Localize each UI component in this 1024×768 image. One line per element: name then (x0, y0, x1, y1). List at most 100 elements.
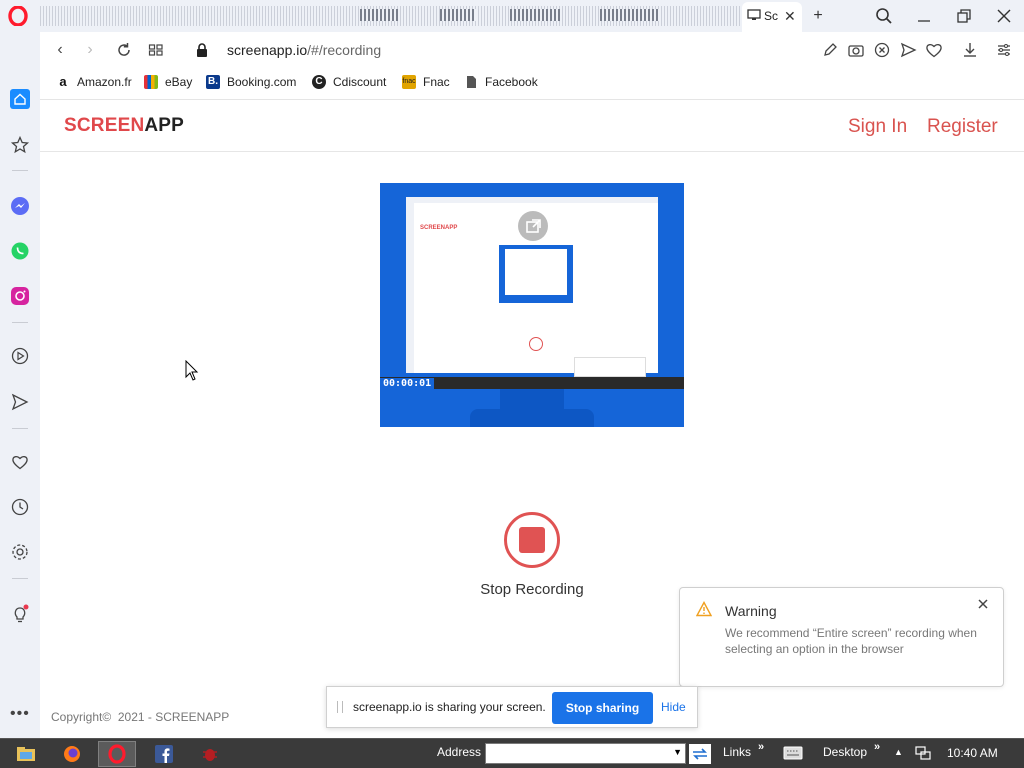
bookmark-ebay[interactable]: eBay (144, 75, 192, 89)
bookmark-label: Amazon.fr (77, 75, 132, 89)
logo-part-app: APP (144, 115, 185, 136)
taskbar-firefox[interactable] (52, 741, 92, 767)
settings-gear-icon[interactable] (10, 542, 30, 562)
page-icon (467, 76, 476, 88)
url-path: /#/recording (307, 42, 382, 58)
block-icon[interactable] (872, 40, 892, 60)
close-icon[interactable] (976, 597, 990, 611)
screenapp-logo[interactable]: SCREENAPP (64, 115, 184, 137)
taskbar-links[interactable]: Links (723, 745, 751, 759)
tab-close-icon[interactable]: ✕ (784, 8, 796, 25)
ebay-icon (144, 75, 158, 89)
tab-strip[interactable] (40, 6, 740, 26)
dropdown-arrow-icon[interactable]: ▼ (673, 747, 682, 757)
cdiscount-icon: C (312, 75, 326, 89)
keyboard-icon[interactable] (783, 746, 803, 760)
player-icon[interactable] (10, 346, 30, 366)
bookmark-label: Booking.com (227, 75, 297, 89)
links-chevron-icon[interactable]: » (758, 741, 764, 753)
stop-recording-button[interactable] (504, 512, 560, 568)
amazon-icon: a (59, 74, 67, 89)
url-host: screenapp.io (227, 42, 308, 58)
restore-icon[interactable] (954, 6, 974, 26)
bookmark-cdiscount[interactable]: C Cdiscount (312, 75, 386, 89)
send-icon[interactable] (10, 392, 30, 412)
camera-icon[interactable] (846, 40, 866, 60)
back-icon[interactable]: ‹ (50, 40, 70, 60)
speed-dial-star-icon[interactable] (10, 135, 30, 155)
edit-icon[interactable] (820, 40, 840, 60)
taskbar-app-red[interactable] (190, 741, 230, 767)
warning-message: We recommend “Entire screen” recording w… (725, 626, 977, 656)
desktop-chevron-icon[interactable]: » (874, 741, 880, 753)
tab-grid-icon[interactable] (146, 40, 166, 60)
browser-title-bar: Sc ✕ + (0, 0, 1024, 32)
easy-setup-icon[interactable] (994, 40, 1014, 60)
bookmark-label: Cdiscount (333, 75, 387, 89)
minimize-icon[interactable] (914, 6, 934, 26)
instagram-icon[interactable] (10, 286, 30, 306)
bookmark-label: eBay (165, 75, 193, 89)
facebook-icon (155, 745, 173, 763)
register-link[interactable]: Register (927, 116, 998, 138)
messenger-icon[interactable] (10, 196, 30, 216)
windows-taskbar: Address ▼ Links » Desktop » ▲ 10:40 AM (0, 738, 1024, 768)
nested-preview (499, 245, 573, 303)
active-tab[interactable]: Sc ✕ (742, 2, 802, 32)
send-page-icon[interactable] (898, 40, 918, 60)
hide-button[interactable]: Hide (661, 700, 686, 714)
bookmark-amazon[interactable]: a Amazon.fr (56, 74, 132, 90)
site-header: SCREENAPP Sign In Register (40, 101, 1024, 152)
heart-icon[interactable] (10, 452, 30, 472)
network-icon[interactable] (914, 745, 932, 761)
tray-up-arrow-icon[interactable]: ▲ (894, 747, 903, 757)
more-options-icon[interactable]: ••• (10, 705, 30, 723)
address-bar: ‹ › screenapp.io/#/recording (40, 32, 1024, 68)
url-field[interactable]: screenapp.io/#/recording (227, 42, 381, 58)
taskbar-clock[interactable]: 10:40 AM (947, 746, 998, 760)
opera-sidebar: ••• (0, 32, 40, 738)
screen-share-icon (747, 9, 761, 20)
firefox-icon (64, 746, 80, 762)
bookmark-facebook[interactable]: Facebook (464, 75, 538, 89)
booking-icon: B. (206, 75, 220, 89)
folder-icon (17, 747, 35, 761)
sharing-status-text: screenapp.io is sharing your screen. (353, 700, 546, 714)
stop-recording-label[interactable]: Stop Recording (479, 581, 585, 598)
close-window-icon[interactable] (994, 6, 1014, 26)
opera-icon (108, 744, 126, 764)
search-icon[interactable] (874, 6, 894, 26)
lightbulb-icon[interactable] (10, 604, 30, 624)
go-arrows-icon[interactable] (689, 744, 711, 764)
sign-in-link[interactable]: Sign In (848, 116, 907, 138)
drag-handle-icon[interactable] (337, 701, 343, 713)
bookmark-heart-icon[interactable] (924, 40, 944, 60)
logo-part-screen: SCREEN (64, 115, 145, 136)
warning-toast: Warning We recommend “Entire screen” rec… (679, 587, 1004, 687)
download-icon[interactable] (960, 40, 980, 60)
opera-logo-icon[interactable] (8, 6, 28, 26)
recording-preview[interactable]: SCREENAPP 00:00:01 (380, 183, 684, 427)
home-icon[interactable] (10, 89, 30, 109)
bug-icon (203, 749, 217, 761)
stop-sharing-button[interactable]: Stop sharing (552, 692, 653, 724)
forward-icon[interactable]: › (80, 40, 100, 60)
history-clock-icon[interactable] (10, 497, 30, 517)
taskbar-opera[interactable] (98, 741, 136, 767)
popout-icon[interactable] (518, 211, 548, 241)
bookmark-booking[interactable]: B. Booking.com (206, 75, 296, 89)
taskbar-explorer[interactable] (6, 741, 46, 767)
taskbar-facebook[interactable] (144, 741, 184, 767)
warning-title: Warning (725, 603, 777, 619)
recording-timer: 00:00:01 (380, 378, 435, 389)
bookmark-label: Facebook (485, 75, 538, 89)
new-tab-icon[interactable]: + (808, 6, 828, 26)
fnac-icon: fnac (402, 75, 416, 89)
reload-icon[interactable] (114, 40, 134, 60)
bookmark-fnac[interactable]: fnac Fnac (402, 75, 450, 89)
monitor-stand (500, 389, 564, 411)
whatsapp-icon[interactable] (10, 241, 30, 261)
lock-icon (197, 43, 207, 57)
taskbar-desktop[interactable]: Desktop (823, 745, 867, 759)
taskbar-address-input[interactable]: ▼ (485, 743, 686, 764)
